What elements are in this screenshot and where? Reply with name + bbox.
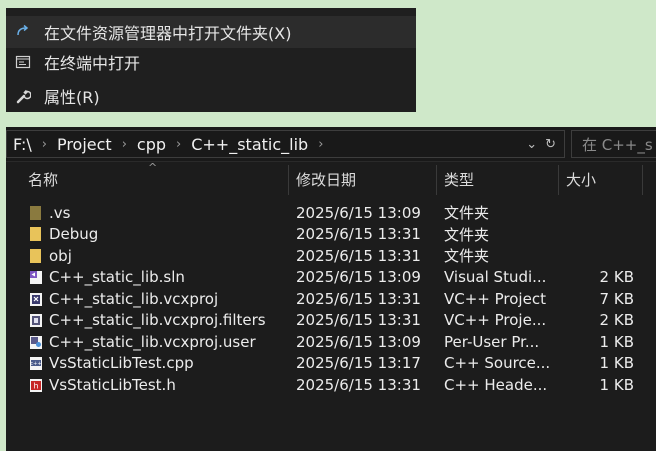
filters-file-icon: [28, 312, 44, 328]
terminal-icon: [6, 54, 40, 70]
search-placeholder: 在 C++_s: [582, 135, 653, 154]
address-bar-row: F:\ › Project › cpp › C++_static_lib › ⌄…: [6, 127, 656, 162]
file-explorer-window: F:\ › Project › cpp › C++_static_lib › ⌄…: [6, 127, 656, 451]
column-header-size[interactable]: 大小: [566, 163, 596, 195]
file-size: 7 KB: [599, 289, 634, 308]
menu-item-open-in-terminal[interactable]: 在终端中打开: [6, 46, 416, 78]
refresh-icon[interactable]: ↻: [545, 137, 556, 152]
sln-file-icon: [28, 269, 44, 285]
file-size: [566, 202, 634, 224]
file-size: 1 KB: [599, 375, 634, 394]
chevron-right-icon[interactable]: ›: [38, 137, 51, 152]
vcxproj-file-icon: [28, 291, 44, 307]
file-name: obj: [49, 246, 72, 265]
file-row[interactable]: C++_static_lib.vcxproj 2025/6/15 13:31 V…: [6, 288, 656, 310]
column-header-name[interactable]: 名称: [28, 163, 58, 195]
file-size: 1 KB: [599, 332, 634, 351]
file-name: C++_static_lib.vcxproj.user: [49, 332, 256, 351]
menu-item-properties[interactable]: 属性(R): [6, 80, 416, 112]
file-name: .vs: [49, 203, 71, 222]
file-type: 文件夹: [444, 204, 490, 223]
file-type: Per-User Pr...: [444, 332, 540, 351]
column-divider[interactable]: [642, 165, 643, 195]
breadcrumb-drive[interactable]: F:\: [7, 135, 38, 154]
svg-text:c++: c++: [30, 361, 41, 367]
column-header-date[interactable]: 修改日期: [296, 163, 356, 195]
file-name: C++_static_lib.vcxproj: [49, 289, 219, 308]
file-size: 2 KB: [599, 268, 634, 287]
folder-icon: [28, 248, 44, 264]
file-type: 文件夹: [444, 247, 490, 266]
file-size: 2 KB: [599, 311, 634, 330]
file-date: 2025/6/15 13:31: [296, 246, 421, 265]
file-row[interactable]: C++_static_lib.vcxproj.user 2025/6/15 13…: [6, 331, 656, 353]
search-input[interactable]: 在 C++_s: [571, 130, 656, 158]
file-date: 2025/6/15 13:09: [296, 332, 421, 351]
sort-caret-icon: ^: [148, 161, 158, 174]
file-date: 2025/6/15 13:17: [296, 354, 421, 373]
file-size: [566, 245, 634, 267]
context-menu: 在文件资源管理器中打开文件夹(X) 在终端中打开 属性(R): [6, 8, 416, 112]
file-date: 2025/6/15 13:31: [296, 225, 421, 244]
file-type: VC++ Project: [444, 289, 546, 308]
column-divider[interactable]: [558, 165, 559, 195]
file-type: C++ Source...: [444, 354, 551, 373]
header-file-icon: h: [28, 377, 44, 393]
file-name: C++_static_lib.vcxproj.filters: [49, 311, 266, 330]
file-date: 2025/6/15 13:31: [296, 375, 421, 394]
file-size: 1 KB: [599, 354, 634, 373]
file-date: 2025/6/15 13:31: [296, 311, 421, 330]
file-name: Debug: [49, 225, 99, 244]
file-row[interactable]: Debug 2025/6/15 13:31 文件夹: [6, 224, 656, 246]
wrench-icon: [6, 88, 40, 104]
file-date: 2025/6/15 13:31: [296, 289, 421, 308]
user-file-icon: [28, 334, 44, 350]
chevron-right-icon[interactable]: ›: [172, 137, 185, 152]
folder-icon: [28, 226, 44, 242]
open-folder-arrow-icon: [6, 24, 40, 40]
menu-item-open-in-explorer[interactable]: 在文件资源管理器中打开文件夹(X): [6, 16, 416, 48]
file-type: C++ Heade...: [444, 375, 548, 394]
file-row[interactable]: C++_static_lib.sln 2025/6/15 13:09 Visua…: [6, 267, 656, 289]
file-name: VsStaticLibTest.h: [49, 375, 176, 394]
folder-hidden-icon: [28, 205, 44, 221]
file-name: C++_static_lib.sln: [49, 268, 185, 287]
column-divider[interactable]: [288, 165, 289, 195]
column-divider[interactable]: [436, 165, 437, 195]
column-headers: ^ 名称 修改日期 类型 大小: [6, 161, 656, 195]
chevron-right-icon[interactable]: ›: [118, 137, 131, 152]
menu-item-label: 在终端中打开: [44, 54, 141, 73]
file-row[interactable]: .vs 2025/6/15 13:09 文件夹: [6, 202, 656, 224]
file-row[interactable]: obj 2025/6/15 13:31 文件夹: [6, 245, 656, 267]
file-date: 2025/6/15 13:09: [296, 268, 421, 287]
column-header-type[interactable]: 类型: [444, 163, 474, 195]
file-row[interactable]: C++_static_lib.vcxproj.filters 2025/6/15…: [6, 310, 656, 332]
file-type: VC++ Proje...: [444, 311, 547, 330]
file-type: 文件夹: [444, 225, 490, 244]
menu-item-label: 属性(R): [44, 88, 100, 107]
file-row[interactable]: h VsStaticLibTest.h 2025/6/15 13:31 C++ …: [6, 374, 656, 396]
breadcrumb-current-folder[interactable]: C++_static_lib: [185, 135, 314, 154]
address-bar[interactable]: F:\ › Project › cpp › C++_static_lib › ⌄…: [6, 130, 565, 158]
file-type: Visual Studi...: [444, 268, 547, 287]
chevron-right-icon[interactable]: ›: [314, 137, 327, 152]
chevron-down-icon[interactable]: ⌄: [526, 137, 537, 152]
file-size: [566, 224, 634, 246]
file-date: 2025/6/15 13:09: [296, 203, 421, 222]
breadcrumb-cpp[interactable]: cpp: [131, 135, 172, 154]
breadcrumb-project[interactable]: Project: [51, 135, 118, 154]
file-name: VsStaticLibTest.cpp: [49, 354, 194, 373]
cpp-file-icon: c++: [28, 355, 44, 371]
svg-text:h: h: [33, 381, 38, 390]
menu-item-label: 在文件资源管理器中打开文件夹(X): [44, 24, 292, 43]
file-row[interactable]: c++ VsStaticLibTest.cpp 2025/6/15 13:17 …: [6, 353, 656, 375]
file-list: .vs 2025/6/15 13:09 文件夹 Debug 2025/6/15 …: [6, 202, 656, 396]
